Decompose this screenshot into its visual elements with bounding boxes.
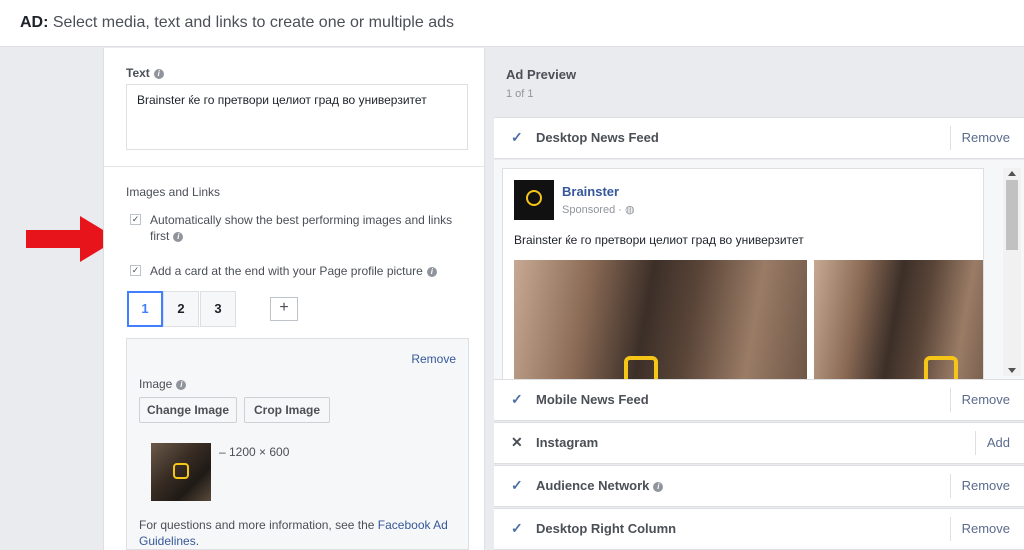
section-divider xyxy=(104,166,484,167)
ad-guidelines-link[interactable]: Facebook Ad xyxy=(378,518,448,532)
placement-name: Audience Network i xyxy=(536,478,664,493)
info-icon[interactable]: i xyxy=(153,68,164,79)
placement-name: Instagram xyxy=(536,435,599,450)
help-text: For questions and more information, see … xyxy=(139,518,448,548)
check-icon: ✓ xyxy=(511,129,523,145)
preview-scrollbar[interactable] xyxy=(1003,168,1021,376)
end-card-checkbox-row[interactable]: ✓ Add a card at the end with your Page p… xyxy=(130,263,470,281)
scrollbar-thumb[interactable] xyxy=(1006,180,1018,250)
preview-count: 1 of 1 xyxy=(506,88,534,100)
check-icon: ✓ xyxy=(511,520,523,536)
carousel-image-1[interactable] xyxy=(514,260,807,379)
title-prefix: AD: xyxy=(20,14,49,31)
crop-image-button[interactable]: Crop Image xyxy=(244,397,330,423)
placement-desktop-news-feed: ✓ Desktop News Feed Remove xyxy=(494,117,1024,159)
brainster-logo-icon xyxy=(624,356,658,379)
info-icon[interactable]: i xyxy=(426,266,437,277)
brainster-logo-icon xyxy=(173,463,189,479)
ad-text-input[interactable]: Brainster ќе го претвори целиот град во … xyxy=(126,84,468,150)
feed-preview-area: Brainster Sponsored · ◍ Brainster ќе го … xyxy=(494,160,1024,380)
remove-placement-button[interactable]: Remove xyxy=(949,474,1024,498)
auto-best-images-checkbox-row[interactable]: ✓ Automatically show the best performing… xyxy=(130,212,470,246)
placement-name: Mobile News Feed xyxy=(536,392,649,407)
checkbox1-label-cont: first xyxy=(150,229,170,243)
add-card-button[interactable]: + xyxy=(270,297,298,321)
change-image-button[interactable]: Change Image xyxy=(139,397,237,423)
checkbox1-label: Automatically show the best performing i… xyxy=(150,213,453,227)
info-icon[interactable]: i xyxy=(176,379,187,390)
check-icon: ✓ xyxy=(511,391,523,407)
scroll-down-icon[interactable] xyxy=(1008,368,1016,373)
auto-best-images-checkbox[interactable]: ✓ xyxy=(130,214,141,225)
remove-placement-button[interactable]: Remove xyxy=(949,388,1024,412)
add-placement-button[interactable]: Add xyxy=(974,431,1024,455)
ad-guidelines-link-cont[interactable]: Guidelines xyxy=(139,534,196,548)
placement-name: Desktop Right Column xyxy=(536,521,677,536)
post-text: Brainster ќе го претвори целиот град во … xyxy=(514,233,804,247)
placement-desktop-right-column: ✓ Desktop Right Column Remove xyxy=(494,508,1024,550)
page-avatar xyxy=(514,180,554,220)
page-title: AD: Select media, text and links to crea… xyxy=(20,14,454,32)
info-icon[interactable]: i xyxy=(653,481,664,492)
image-label: Image i xyxy=(139,377,187,391)
remove-card-link[interactable]: Remove xyxy=(411,352,456,366)
check-icon: ✓ xyxy=(511,477,523,493)
tab-card-1[interactable]: 1 xyxy=(127,291,163,327)
ad-preview-header: Ad Preview 1 of 1 xyxy=(494,48,1024,116)
end-card-checkbox[interactable]: ✓ xyxy=(130,265,141,276)
title-text: Select media, text and links to create o… xyxy=(48,14,454,31)
remove-placement-button[interactable]: Remove xyxy=(949,126,1024,150)
ad-preview-title: Ad Preview xyxy=(506,67,577,82)
brainster-logo-icon xyxy=(924,356,958,379)
top-bar: AD: Select media, text and links to crea… xyxy=(0,0,1024,47)
image-size: – 1200 × 600 xyxy=(219,445,290,459)
info-icon[interactable]: i xyxy=(173,231,184,242)
post-sponsored: Sponsored · ◍ xyxy=(562,204,635,216)
text-label: Text i xyxy=(126,66,164,80)
placement-mobile-news-feed: ✓ Mobile News Feed Remove xyxy=(494,379,1024,421)
image-thumbnail xyxy=(151,443,211,501)
ad-editor-panel: Text i Brainster ќе го претвори целиот гр… xyxy=(103,48,485,550)
close-icon: ✕ xyxy=(511,434,523,450)
card-settings-panel: Remove Image i Change Image Crop Image – … xyxy=(126,338,469,550)
checkbox2-label: Add a card at the end with your Page pro… xyxy=(150,264,423,278)
post-page-name[interactable]: Brainster xyxy=(562,184,619,199)
placement-audience-network: ✓ Audience Network i Remove xyxy=(494,465,1024,507)
brainster-logo-icon xyxy=(526,190,542,206)
tab-card-2[interactable]: 2 xyxy=(163,291,199,327)
scroll-up-icon[interactable] xyxy=(1008,171,1016,176)
images-links-label: Images and Links xyxy=(126,185,221,199)
tab-card-3[interactable]: 3 xyxy=(200,291,236,327)
ad-post-preview: Brainster Sponsored · ◍ Brainster ќе го … xyxy=(502,168,984,380)
placement-instagram: ✕ Instagram Add xyxy=(494,422,1024,464)
carousel-image-2[interactable] xyxy=(814,260,983,379)
globe-icon: ◍ xyxy=(625,204,635,216)
remove-placement-button[interactable]: Remove xyxy=(949,517,1024,541)
placement-name: Desktop News Feed xyxy=(536,130,659,145)
